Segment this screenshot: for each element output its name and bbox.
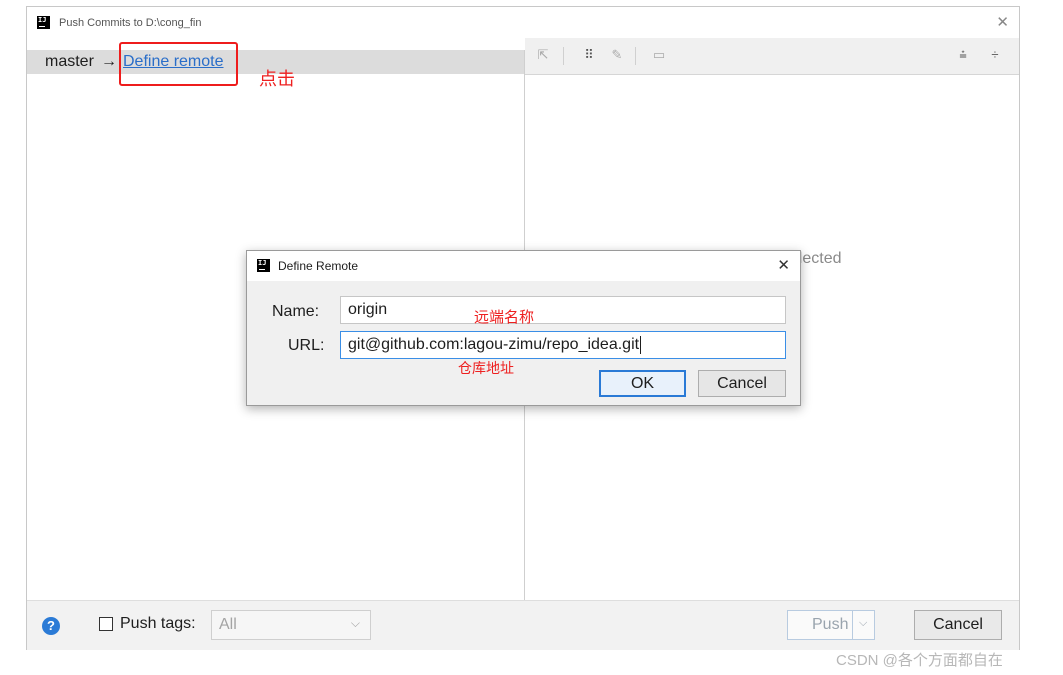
push-dropdown-icon[interactable]: ⌵	[859, 617, 867, 630]
tags-select-value: All	[219, 616, 237, 633]
annotation-click-text: 点击	[259, 69, 295, 89]
toolbar-separator	[635, 47, 636, 65]
push-button-label: Push	[812, 616, 849, 633]
annotation-repo-url: 仓库地址	[458, 360, 514, 376]
remote-url-input[interactable]: git@github.com:lagou-zimu/repo_idea.git	[340, 331, 786, 359]
remote-url-value: git@github.com:lagou-zimu/repo_idea.git	[348, 336, 640, 353]
push-button[interactable]: Push ⌵	[787, 610, 875, 640]
annotation-remote-name: 远端名称	[474, 309, 535, 326]
arrow-icon: →	[101, 53, 117, 70]
watermark: CSDN @各个方面都自在	[836, 652, 1003, 669]
local-branch-name: master	[45, 53, 94, 70]
expand-arrows-icon[interactable]: ⇱	[535, 47, 551, 63]
bottom-bar: ? Push tags: All ⌵ Push ⌵ Cancel	[27, 600, 1019, 650]
preview-diff-icon[interactable]: ▭	[651, 47, 667, 63]
dialog-titlebar[interactable]: IJ Define Remote ✕	[247, 251, 800, 281]
remote-name-value: origin	[348, 301, 388, 318]
cancel-button[interactable]: Cancel	[914, 610, 1002, 640]
push-button-divider	[852, 611, 853, 639]
url-label: URL:	[288, 337, 325, 354]
remote-name-input[interactable]: origin	[340, 296, 786, 324]
collapse-all-icon[interactable]: ÷	[987, 47, 1003, 63]
help-icon[interactable]: ?	[42, 617, 60, 635]
push-tags-checkbox[interactable]	[99, 617, 113, 631]
define-remote-dialog: IJ Define Remote ✕ Name: origin 远端名称 URL…	[246, 250, 801, 406]
annotation-highlight-box	[119, 42, 238, 86]
text-caret	[640, 335, 642, 354]
push-tags-label: Push tags:	[120, 615, 196, 632]
dialog-cancel-button[interactable]: Cancel	[698, 370, 786, 397]
toolbar-separator	[563, 47, 564, 65]
group-by-icon[interactable]: ⠿	[581, 47, 597, 63]
details-toolbar: ⇱ ⠿ ✎ ▭ ⩮ ÷	[525, 38, 1019, 75]
window-titlebar[interactable]: IJ Push Commits to D:\cong_fin ✕	[27, 7, 1019, 39]
ok-button[interactable]: OK	[599, 370, 686, 397]
intellij-app-icon: IJ	[257, 259, 270, 272]
expand-all-icon[interactable]: ⩮	[955, 47, 971, 63]
window-close-icon[interactable]: ✕	[996, 13, 1009, 31]
edit-pencil-icon[interactable]: ✎	[609, 47, 625, 63]
window-title: Push Commits to D:\cong_fin	[59, 17, 202, 29]
name-label: Name:	[272, 303, 320, 320]
dialog-title: Define Remote	[278, 259, 359, 273]
dialog-close-icon[interactable]: ✕	[777, 256, 790, 274]
intellij-app-icon: IJ	[37, 16, 50, 29]
chevron-down-icon: ⌵	[350, 616, 360, 630]
tags-select[interactable]: All ⌵	[211, 610, 371, 640]
